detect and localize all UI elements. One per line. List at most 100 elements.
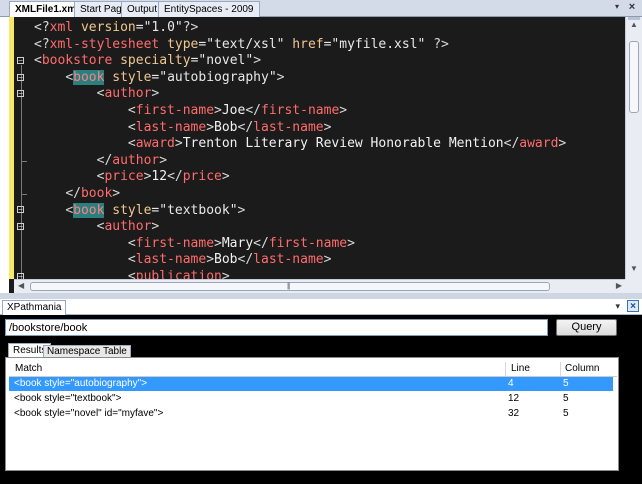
code-token: ="1.0" [135,20,183,35]
code-token: ="autobiography" [151,69,277,85]
code-line[interactable]: <price>12</price> [34,169,566,186]
code-token: > [206,252,215,268]
scroll-right-icon[interactable]: ▶ [616,281,622,290]
code-token: > [221,169,230,185]
code-line[interactable]: <?xml-stylesheet type="text/xsl" href="m… [34,37,566,54]
code-token: <? [34,36,50,52]
match-cell: <book style="novel" id="myfave"> [14,408,164,419]
code-token: < [127,252,136,268]
code-line[interactable]: <book style="autobiography"> [34,69,566,87]
tab-list-dropdown-icon[interactable]: ▾ [612,1,622,13]
code-token: Bob [214,252,238,268]
code-line[interactable]: </book> [34,186,566,203]
close-document-icon[interactable]: × [626,1,638,13]
code-line[interactable]: <last-name>Bob</last-name> [34,252,566,269]
column-header-match[interactable]: Match [15,363,42,374]
outline-gutter: − − − − − − [14,17,32,285]
code-text[interactable]: <?xml version="1.0"?> <?xml-stylesheet ty… [34,20,566,286]
column-divider[interactable] [560,362,561,376]
code-line[interactable]: <first-name>Joe</first-name> [34,103,566,120]
vertical-scroll-thumb[interactable] [629,41,639,113]
fold-toggle-icon[interactable]: − [17,57,24,65]
fold-guide-line [21,65,22,285]
horizontal-scrollbar[interactable]: ◀ ||| ▶ [14,279,625,293]
code-token: style [112,69,152,85]
xpath-input[interactable] [5,319,548,336]
fold-toggle-icon[interactable]: − [17,206,24,214]
code-line[interactable]: <author> [34,219,566,236]
code-token: > [323,119,332,135]
match-cell: <book style="textbook"> [14,393,122,404]
code-token: > [112,185,121,201]
code-line[interactable]: <?xml version="1.0"?> [34,20,566,37]
tab-entityspaces[interactable]: EntitySpaces - 2009 [158,1,260,17]
scroll-up-icon[interactable]: ▲ [628,20,640,32]
code-token: ="text/xsl" [198,36,293,52]
scroll-left-icon[interactable]: ◀ [18,281,24,290]
code-token: ="myfile.xsl" [323,36,434,52]
code-line[interactable]: </author> [34,153,566,170]
table-row[interactable]: <book style="novel" id="myfave"> 32 5 [9,407,613,421]
code-token: Joe [221,102,246,118]
query-button[interactable]: Query [556,319,617,336]
code-token: > [214,102,222,118]
code-token: > [347,235,355,251]
code-token: </ [253,235,269,251]
code-line[interactable]: <bookstore specialty="novel"> [34,53,566,70]
table-row[interactable]: <book style="autobiography"> 4 5 [9,377,613,391]
code-line[interactable]: <first-name>Mary</first-name> [34,236,566,253]
toolwindow-title[interactable]: XPathmania [2,300,67,315]
highlighted-match: book [73,202,105,218]
code-token: first-name [268,235,348,251]
code-token: </ [96,152,113,168]
code-token: < [65,202,74,218]
tab-namespace-table[interactable]: Namespace Table [43,345,131,357]
highlighted-match: book [73,69,105,85]
column-cell: 5 [563,393,569,404]
code-line[interactable]: <award>Trenton Literary Review Honorable… [34,136,566,153]
code-token: < [34,53,42,69]
code-token: < [65,69,74,85]
column-header-line[interactable]: Line [511,363,530,374]
code-token: xml-stylesheet [49,36,160,52]
document-tab-strip: XMLFile1.xml* Start Page Output EntitySp… [0,0,642,17]
vertical-scrollbar[interactable]: ▲ ▼ [625,17,642,279]
window-position-dropdown-icon[interactable]: ▾ [615,301,620,312]
tab-output[interactable]: Output [121,1,164,17]
xml-editor[interactable]: − − − − − − <?xml version="1.0"?> <?xml-s… [0,17,642,293]
code-token: > [214,235,222,251]
table-row[interactable]: <book style="textbook"> 12 5 [9,392,613,406]
code-token: last-name [253,252,324,268]
code-line[interactable]: <author> [34,86,566,103]
code-line[interactable]: <book style="textbook"> [34,202,566,220]
code-token: href [292,36,324,52]
code-line[interactable]: <last-name>Bob</last-name> [34,120,566,137]
code-token: </ [237,252,254,268]
code-token: Trenton Literary Review Honorable Mentio… [182,136,504,152]
code-token: last-name [253,119,324,135]
code-token: > [323,252,332,268]
results-header: Match Line Column [9,362,617,377]
column-header-column[interactable]: Column [565,363,599,374]
results-list[interactable]: Match Line Column <book style="autobiogr… [5,357,619,471]
fold-toggle-icon[interactable]: − [17,74,24,82]
fold-toggle-icon[interactable]: − [17,223,24,231]
horizontal-scroll-thumb[interactable]: ||| [30,282,550,291]
code-token: </ [167,169,183,185]
code-token: > [151,86,160,102]
scroll-down-icon[interactable]: ▼ [628,264,640,276]
code-token: > [237,202,246,218]
close-toolwindow-icon[interactable]: × [627,300,639,312]
column-divider[interactable] [505,362,506,376]
code-token: version [80,20,136,35]
fold-toggle-icon[interactable]: − [17,90,24,98]
code-token: </ [237,119,254,135]
code-token: Mary [221,235,254,251]
